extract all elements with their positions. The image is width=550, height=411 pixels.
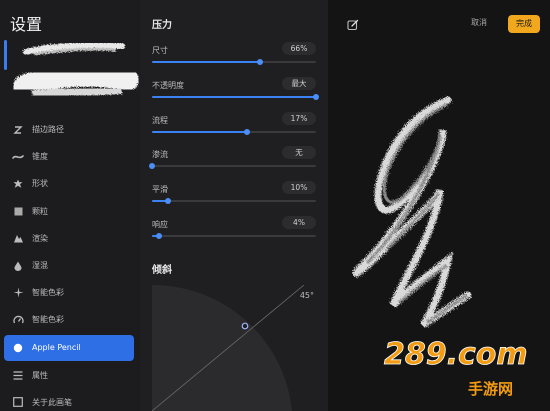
tilt-angle-value: 45° bbox=[299, 291, 314, 300]
dynamics-icon bbox=[12, 314, 24, 326]
stroke-path-icon bbox=[12, 124, 24, 136]
opacity-slider[interactable] bbox=[152, 94, 319, 100]
opacity-value[interactable]: 最大 bbox=[282, 77, 316, 90]
bleed-value[interactable]: 无 bbox=[282, 146, 316, 159]
flow-label: 流程 bbox=[152, 116, 168, 125]
sidebar-item-taper[interactable]: 锥度 bbox=[0, 143, 140, 170]
bleed-label: 渗流 bbox=[152, 150, 168, 159]
flow-slider-fill bbox=[152, 131, 248, 133]
render-icon bbox=[12, 232, 24, 244]
flow-slider-knob[interactable] bbox=[244, 129, 251, 135]
sidebar-item-label: 智能色彩 bbox=[32, 315, 64, 325]
size-label: 尺寸 bbox=[152, 46, 168, 55]
edit-icon[interactable] bbox=[346, 18, 360, 32]
sidebar: 设置 描边路径 锥度 形状 颗粒 渲染 湿混 智能色彩 智能色彩 Apple P… bbox=[0, 0, 140, 411]
opacity-slider-fill bbox=[152, 96, 316, 98]
site-watermark: 289.com 手游网 bbox=[384, 337, 528, 398]
color-dynamics-icon bbox=[12, 287, 24, 299]
sidebar-item-label: 属性 bbox=[32, 370, 48, 380]
bleed-slider[interactable] bbox=[149, 163, 316, 169]
sidebar-item-label: 渲染 bbox=[32, 233, 48, 243]
sidebar-item-dynamics[interactable]: 智能色彩 bbox=[0, 306, 140, 333]
settings-panel: 压力 尺寸 66% 不透明度 最大 流程 17% 渗流 无 平滑 10% 响应 … bbox=[140, 0, 328, 411]
sidebar-title: 设置 bbox=[10, 15, 43, 34]
flow-value[interactable]: 17% bbox=[282, 112, 316, 125]
sidebar-item-grain[interactable]: 颗粒 bbox=[0, 198, 140, 225]
sidebar-item-properties[interactable]: 属性 bbox=[0, 362, 140, 389]
pressure-section-title: 压力 bbox=[152, 20, 172, 31]
response-setting: 响应 4% bbox=[152, 216, 316, 246]
smoothing-slider[interactable] bbox=[152, 198, 316, 204]
tilt-section-title: 倾斜 bbox=[152, 265, 172, 276]
sidebar-item-label: 形状 bbox=[32, 179, 48, 189]
pencil-icon bbox=[12, 342, 24, 354]
sidebar-item-apple-pencil[interactable]: Apple Pencil bbox=[4, 334, 134, 361]
sidebar-item-label: 描边路径 bbox=[32, 125, 64, 135]
sidebar-item-about-brush[interactable]: 关于此画笔 bbox=[0, 389, 140, 411]
response-label: 响应 bbox=[152, 220, 168, 229]
sidebar-item-stroke-path[interactable]: 描边路径 bbox=[0, 116, 140, 143]
opacity-slider-knob[interactable] bbox=[313, 94, 319, 100]
sidebar-item-shape[interactable]: 形状 bbox=[0, 170, 140, 197]
watermark-logo-text: 289.com bbox=[384, 337, 528, 372]
flow-setting: 流程 17% bbox=[152, 112, 316, 142]
flow-slider[interactable] bbox=[152, 129, 316, 135]
smoothing-setting: 平滑 10% bbox=[152, 181, 316, 211]
response-value[interactable]: 4% bbox=[282, 216, 316, 229]
tilt-graph-area bbox=[152, 285, 316, 411]
sidebar-menu: 描边路径 锥度 形状 颗粒 渲染 湿混 智能色彩 智能色彩 Apple Penc… bbox=[0, 116, 140, 411]
size-setting: 尺寸 66% bbox=[152, 42, 316, 72]
size-value[interactable]: 66% bbox=[282, 42, 316, 55]
wet-mix-icon bbox=[12, 260, 24, 272]
sidebar-item-label: 智能色彩 bbox=[32, 288, 64, 298]
brush-stroke-preview[interactable] bbox=[4, 36, 140, 116]
done-button[interactable]: 完成 bbox=[508, 15, 540, 33]
sidebar-item-wet-mix[interactable]: 湿混 bbox=[0, 252, 140, 279]
opacity-label: 不透明度 bbox=[152, 81, 184, 90]
grain-icon bbox=[12, 205, 24, 217]
response-slider-knob[interactable] bbox=[155, 233, 162, 239]
sidebar-item-color-dynamics[interactable]: 智能色彩 bbox=[0, 279, 140, 306]
size-slider[interactable] bbox=[152, 59, 316, 65]
bleed-slider-knob[interactable] bbox=[149, 163, 155, 169]
response-slider[interactable] bbox=[152, 233, 316, 239]
size-slider-knob[interactable] bbox=[257, 59, 264, 65]
smoothing-label: 平滑 bbox=[152, 185, 168, 194]
sidebar-item-label: Apple Pencil bbox=[32, 343, 81, 352]
sidebar-item-label: 湿混 bbox=[32, 261, 48, 271]
tilt-angle-handle[interactable] bbox=[241, 322, 249, 330]
bleed-setting: 渗流 无 bbox=[149, 146, 316, 176]
smoothing-value[interactable]: 10% bbox=[282, 181, 316, 194]
size-slider-fill bbox=[152, 61, 261, 63]
shape-icon bbox=[12, 178, 24, 190]
about-icon bbox=[12, 396, 24, 408]
sidebar-item-label: 锥度 bbox=[32, 152, 48, 162]
taper-icon bbox=[12, 151, 24, 163]
cancel-button[interactable]: 取消 bbox=[471, 17, 487, 28]
opacity-setting: 不透明度 最大 bbox=[152, 77, 319, 107]
smoothing-slider-knob[interactable] bbox=[165, 198, 172, 204]
sidebar-item-render[interactable]: 渲染 bbox=[0, 225, 140, 252]
tilt-graph[interactable]: 45° bbox=[152, 285, 316, 411]
sidebar-item-label: 颗粒 bbox=[32, 206, 48, 216]
sidebar-item-label: 关于此画笔 bbox=[32, 397, 72, 407]
watermark-caption: 手游网 bbox=[468, 380, 513, 398]
properties-icon bbox=[12, 369, 24, 381]
